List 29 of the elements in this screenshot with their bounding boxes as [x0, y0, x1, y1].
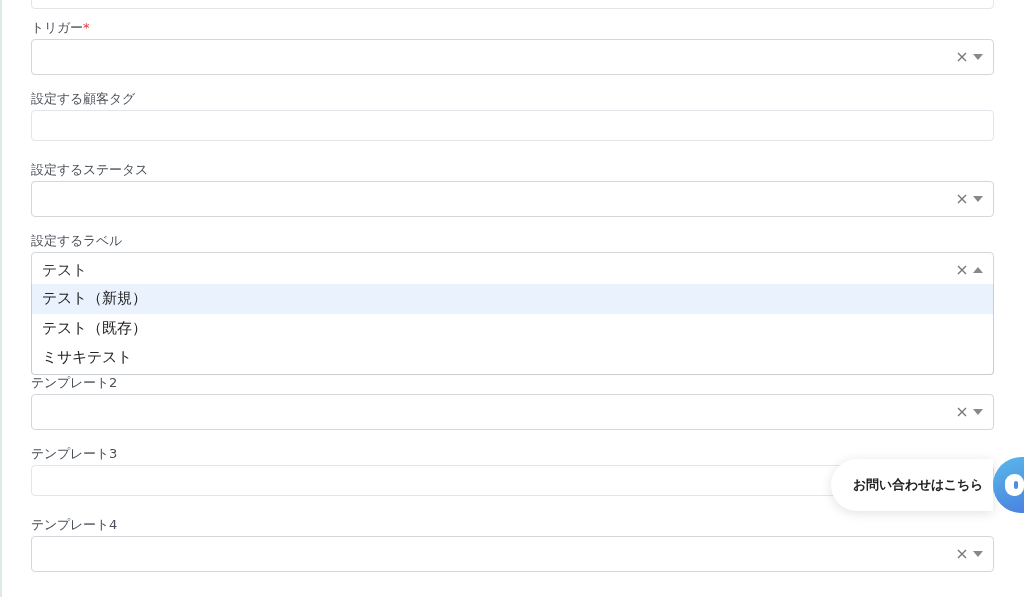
clear-icon[interactable]	[957, 194, 967, 204]
field-label: テンプレート4	[31, 516, 118, 533]
contact-tooltip[interactable]: お問い合わせはこちら	[831, 459, 993, 511]
dropdown-option[interactable]: テスト（新規）	[32, 284, 993, 314]
field-label: 設定するステータス	[31, 161, 148, 178]
clear-icon[interactable]	[957, 407, 967, 417]
select-input[interactable]: テスト	[42, 258, 957, 282]
chat-bot-icon	[1005, 474, 1024, 496]
caret-icon[interactable]	[973, 54, 983, 60]
field-label: トリガー*	[31, 19, 90, 36]
caret-icon[interactable]	[973, 267, 983, 273]
field-label: 設定する顧客タグ	[31, 90, 135, 107]
caret-icon[interactable]	[973, 409, 983, 415]
caret-icon[interactable]	[973, 551, 983, 557]
chat-bot-button[interactable]	[993, 457, 1024, 513]
select-field[interactable]	[31, 181, 994, 217]
dropdown-option[interactable]: ミサキテスト	[32, 343, 993, 373]
clear-icon[interactable]	[957, 52, 967, 62]
select-field[interactable]	[31, 39, 994, 75]
caret-icon[interactable]	[973, 196, 983, 202]
field-label: テンプレート2	[31, 374, 118, 391]
clear-icon[interactable]	[957, 265, 967, 275]
select-field[interactable]	[31, 536, 994, 572]
text-field[interactable]	[31, 110, 994, 141]
dropdown-option[interactable]: テスト（既存）	[32, 313, 993, 343]
select-field[interactable]	[31, 394, 994, 430]
field-label: 設定するラベル	[31, 232, 122, 249]
clear-icon[interactable]	[957, 549, 967, 559]
field-label: テンプレート3	[31, 445, 118, 462]
